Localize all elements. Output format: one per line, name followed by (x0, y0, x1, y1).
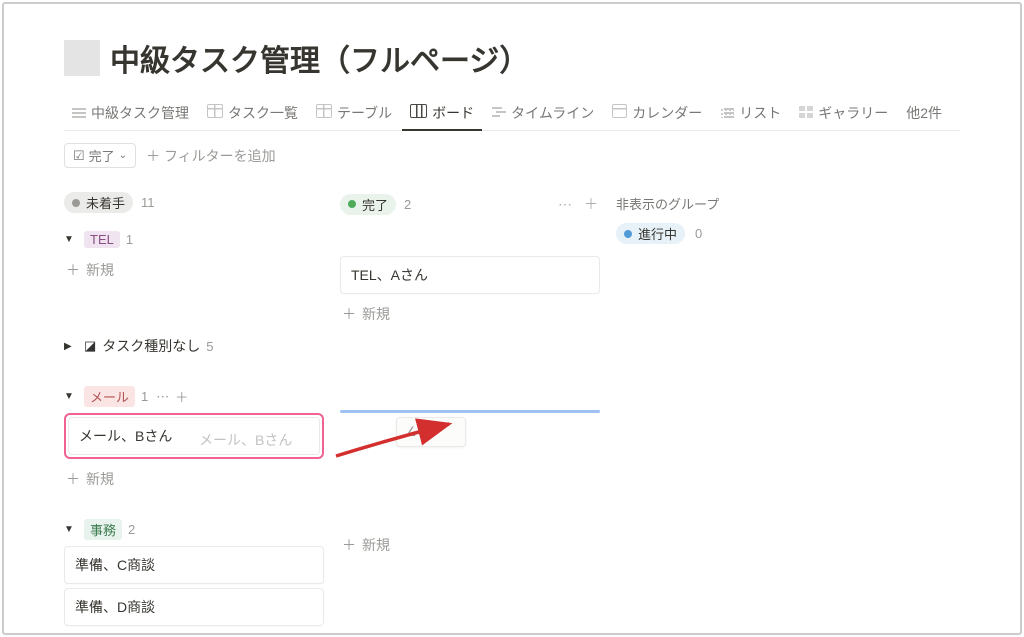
new-label: 新規 (362, 304, 390, 324)
tab-label: テーブル (337, 103, 392, 123)
card-title: 準備、C商談 (75, 557, 155, 573)
status-dot-icon (624, 230, 632, 238)
filter-label: 完了 (89, 146, 115, 165)
table-icon (207, 104, 223, 122)
status-dot-icon (348, 200, 356, 208)
plus-icon: ＋ (66, 260, 80, 280)
new-card-button[interactable]: ＋ 新規 (64, 463, 324, 495)
plus-icon: ＋ (342, 535, 356, 555)
more-icon[interactable]: ⋯ (425, 424, 438, 440)
chevron-down-icon: ⌄ (119, 150, 127, 161)
filter-done[interactable]: ☑︎ 完了 ⌄ (64, 143, 136, 168)
group-count: 2 (128, 522, 135, 537)
card[interactable]: 準備、C商談 (64, 546, 324, 584)
tab-ichiran[interactable]: タスク一覧 (199, 97, 306, 131)
page-icon[interactable] (64, 40, 100, 76)
checkbox-icon: ☑︎ (73, 148, 85, 164)
tab-board[interactable]: ボード (402, 97, 482, 131)
toggle-closed-icon[interactable]: ▶ (64, 341, 78, 352)
tab-label: ギャラリー (818, 103, 888, 123)
card-title: 準備、D商談 (75, 599, 155, 615)
group-label: タスク種別なし (102, 336, 200, 356)
gallery-icon (799, 105, 813, 122)
status-dot-icon (72, 199, 80, 207)
tab-label: タスク一覧 (228, 103, 298, 123)
page-title[interactable]: 中級タスク管理（フルページ） (110, 36, 529, 80)
board-col-not-started: 未着手 11 ▼ TEL 1 ＋ 新規 ▶ ◪ タスク種別なし (64, 190, 324, 630)
tab-label: ボード (432, 103, 474, 123)
edit-icon[interactable]: ∠ (405, 424, 417, 440)
tab-label: リスト (739, 103, 781, 123)
board-icon (410, 104, 427, 122)
card[interactable]: 準備、D商談 (64, 588, 324, 626)
plus-icon: ＋ (66, 469, 80, 489)
hidden-groups-title: 非表示のグループ (616, 190, 836, 223)
calendar-icon (612, 104, 627, 122)
add-filter-label: フィルターを追加 (164, 148, 276, 164)
group-tag-tel[interactable]: TEL (84, 231, 120, 248)
hidden-groups-col: 非表示のグループ 進行中 0 (616, 190, 836, 244)
group-count: 1 (126, 232, 133, 247)
tab-table[interactable]: テーブル (308, 97, 400, 131)
new-card-button[interactable]: ＋ 新規 (340, 529, 600, 561)
table-icon (316, 104, 332, 122)
add-filter-button[interactable]: ＋ フィルターを追加 (146, 146, 276, 166)
card-title: TEL、Aさん (351, 267, 428, 283)
toggle-open-icon[interactable]: ▼ (64, 234, 78, 245)
col-count: 11 (141, 195, 155, 210)
toggle-open-icon[interactable]: ▼ (64, 524, 78, 535)
group-tag-mail[interactable]: メール (84, 386, 135, 407)
plus-icon[interactable]: ＋ (175, 387, 188, 406)
plus-icon: ＋ (146, 148, 160, 164)
board-col-done: 完了 2 ⋯ ＋ TEL、Aさん ＋ 新規 ∠ ⋯ (340, 190, 600, 561)
drag-ghost-label: メール、Bさん (199, 430, 292, 450)
tab-timeline[interactable]: タイムライン (484, 97, 602, 131)
more-icon[interactable]: ⋯ (156, 389, 169, 405)
drop-indicator (340, 410, 600, 413)
list-icon (720, 105, 734, 122)
drop-ghost-toolbar[interactable]: ∠ ⋯ (396, 417, 466, 447)
timeline-icon (492, 105, 506, 122)
status-label: 進行中 (638, 224, 677, 243)
tab-label: タイムライン (511, 103, 594, 123)
tabs-overflow[interactable]: 他2件 (898, 97, 950, 131)
group-count: 5 (206, 339, 213, 354)
new-label: 新規 (86, 469, 114, 489)
tab-calendar[interactable]: カレンダー (604, 97, 710, 131)
tab-gallery[interactable]: ギャラリー (791, 97, 896, 131)
tab-label: カレンダー (632, 103, 702, 123)
new-card-button[interactable]: ＋ 新規 (64, 254, 324, 286)
group-count: 1 (141, 389, 148, 404)
col-count: 2 (404, 197, 411, 212)
status-tag-done[interactable]: 完了 (340, 194, 396, 215)
toggle-open-icon[interactable]: ▼ (64, 391, 78, 402)
view-tabs: 中級タスク管理 タスク一覧 テーブル ボード タイムライン カレンダー リスト … (64, 96, 960, 131)
status-label: 未着手 (86, 193, 125, 212)
group-tag-none[interactable]: ◪ タスク種別なし (84, 336, 200, 356)
more-icon[interactable]: ⋯ (556, 194, 574, 215)
dragging-card[interactable]: メール、Bさん メール、Bさん (64, 413, 324, 459)
group-tag-jimu[interactable]: 事務 (84, 519, 122, 540)
add-card-icon[interactable]: ＋ (582, 192, 600, 216)
card[interactable]: TEL、Aさん (340, 256, 600, 294)
plus-icon: ＋ (342, 304, 356, 324)
new-card-button[interactable]: ＋ 新規 (340, 298, 600, 330)
status-tag-in-progress[interactable]: 進行中 (616, 223, 685, 244)
new-label: 新規 (86, 260, 114, 280)
overflow-label: 他2件 (906, 103, 942, 123)
card-title: メール、Bさん (79, 428, 172, 444)
tray-icon: ◪ (84, 338, 96, 354)
tab-kanri[interactable]: 中級タスク管理 (64, 97, 197, 131)
col-count: 0 (695, 226, 702, 241)
tab-list[interactable]: リスト (712, 97, 789, 131)
list-icon (72, 105, 86, 122)
status-tag-not-started[interactable]: 未着手 (64, 192, 133, 213)
status-label: 完了 (362, 195, 388, 214)
tab-label: 中級タスク管理 (91, 103, 189, 123)
new-label: 新規 (362, 535, 390, 555)
